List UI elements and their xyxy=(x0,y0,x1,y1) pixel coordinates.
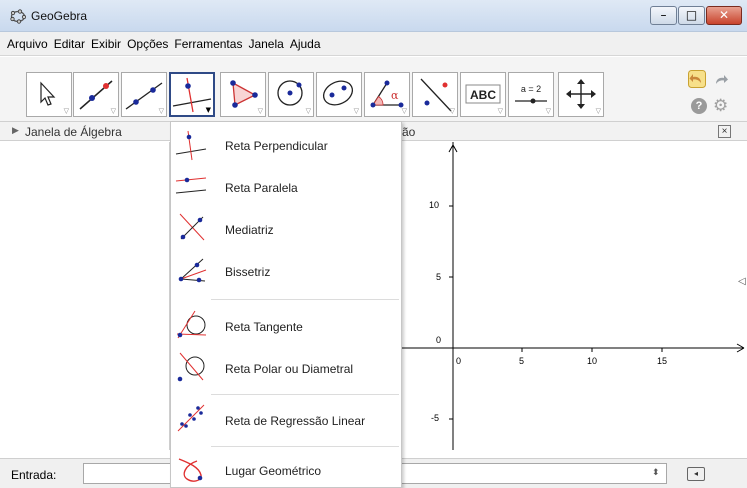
dropdown-item-label: Bissetriz xyxy=(225,265,271,279)
expand-arrow-icon[interactable]: ▶ xyxy=(12,125,19,136)
reflect-tool-button[interactable]: ▽ xyxy=(412,72,458,117)
dropdown-item-perpendicular[interactable]: Reta Perpendicular xyxy=(171,126,401,164)
dropdown-item-label: Reta Polar ou Diametral xyxy=(225,362,354,376)
y-tick-label: 0 xyxy=(436,335,442,345)
text-tool-button[interactable]: ABC ▽ xyxy=(460,72,506,117)
dropdown-item-parallel[interactable]: Reta Paralela xyxy=(171,168,401,206)
dropdown-item-tangent[interactable]: Reta Tangente xyxy=(171,306,401,346)
locus-icon xyxy=(178,458,203,482)
window-title: GeoGebra xyxy=(31,9,88,23)
dropdown-item-locus[interactable]: Lugar Geométrico xyxy=(171,452,401,487)
dropdown-separator xyxy=(211,446,399,447)
circle-tool-button[interactable]: ▽ xyxy=(268,72,314,117)
graphics-axes xyxy=(401,142,745,450)
x-tick-label: 15 xyxy=(657,356,668,366)
menu-arquivo[interactable]: Arquivo xyxy=(4,37,51,51)
title-bar: GeoGebra – □ ✕ xyxy=(0,0,747,32)
undo-icon[interactable] xyxy=(688,70,706,88)
dropdown-item-polar[interactable]: Reta Polar ou Diametral xyxy=(171,348,401,388)
toolbar: ▽ ▽ ▽ ▼ ▽ ▽ ▽ α ▽ ▽ ABC ▽ a = 2 ▽ ▽ xyxy=(0,57,747,121)
y-tick-label: -5 xyxy=(431,413,440,423)
dropdown-item-label: Reta Paralela xyxy=(225,181,298,195)
linear-regression-icon xyxy=(177,404,205,432)
dropdown-item-regression[interactable]: Reta de Regressão Linear xyxy=(171,400,401,440)
x-tick-label: 5 xyxy=(519,356,525,366)
minimize-icon: – xyxy=(660,8,667,22)
dropdown-item-bissetriz[interactable]: Bissetriz xyxy=(171,252,401,290)
polar-diameter-line-icon xyxy=(177,352,205,382)
y-tick-label: 5 xyxy=(436,272,442,282)
menu-ajuda[interactable]: Ajuda xyxy=(287,37,324,51)
tool-dropdown-menu: Reta Perpendicular Reta Paralela Mediatr… xyxy=(170,121,402,488)
maximize-button[interactable]: □ xyxy=(678,6,705,25)
dropdown-separator xyxy=(211,394,399,395)
graphics-view[interactable]: 0 5 10 15 10 5 0 -5 xyxy=(401,142,747,450)
y-tick-label: 10 xyxy=(429,200,440,210)
svg-text:α: α xyxy=(391,89,399,102)
algebra-view[interactable] xyxy=(0,142,170,450)
menu-ferramentas[interactable]: Ferramentas xyxy=(171,37,245,51)
menu-bar: Arquivo Editar Exibir Opções Ferramentas… xyxy=(0,32,747,56)
perpendicular-line-icon xyxy=(175,130,207,161)
close-view-icon[interactable]: × xyxy=(718,125,731,138)
gear-icon[interactable]: ⚙ xyxy=(713,97,731,115)
dropdown-item-label: Mediatriz xyxy=(225,223,274,237)
tangent-line-icon xyxy=(176,310,207,339)
maximize-icon: □ xyxy=(685,8,698,22)
collapse-handle-icon[interactable]: ◁ xyxy=(738,276,746,287)
perpendicular-bisector-icon xyxy=(179,213,205,241)
dropdown-item-label: Reta de Regressão Linear xyxy=(225,414,366,428)
menu-editar[interactable]: Editar xyxy=(51,37,88,51)
dropdown-item-mediatriz[interactable]: Mediatriz xyxy=(171,210,401,248)
menu-janela[interactable]: Janela xyxy=(245,37,286,51)
ellipse-tool-button[interactable]: ▽ xyxy=(316,72,362,117)
polygon-tool-button[interactable]: ▽ xyxy=(220,72,266,117)
close-icon: ✕ xyxy=(718,8,730,22)
perpendicular-tool-button[interactable]: ▼ xyxy=(169,72,215,117)
geogebra-logo-icon xyxy=(10,9,26,24)
x-tick-label: 10 xyxy=(587,356,598,366)
close-button[interactable]: ✕ xyxy=(706,6,742,25)
graphics-view-title[interactable]: ão xyxy=(402,125,415,139)
move-view-tool-button[interactable]: ▽ xyxy=(558,72,604,117)
dropdown-item-label: Lugar Geométrico xyxy=(225,464,322,478)
x-tick-label: 0 xyxy=(456,356,462,366)
parallel-line-icon xyxy=(175,177,207,194)
help-icon[interactable]: ? xyxy=(691,98,707,114)
angle-tool-button[interactable]: α ▽ xyxy=(364,72,410,117)
point-tool-button[interactable]: ▽ xyxy=(73,72,119,117)
dropdown-separator xyxy=(211,299,399,300)
dropdown-item-label: Reta Perpendicular xyxy=(225,139,328,153)
dropdown-item-label: Reta Tangente xyxy=(225,320,303,334)
minimize-button[interactable]: – xyxy=(650,6,677,25)
menu-opcoes[interactable]: Opções xyxy=(124,37,171,51)
line-tool-button[interactable]: ▽ xyxy=(121,72,167,117)
angle-bisector-icon xyxy=(178,258,207,283)
menu-exibir[interactable]: Exibir xyxy=(88,37,124,51)
redo-icon[interactable] xyxy=(712,70,730,88)
history-spinner-icon[interactable]: ⬍ xyxy=(652,467,660,478)
slider-tool-button[interactable]: a = 2 ▽ xyxy=(508,72,554,117)
input-label: Entrada: xyxy=(11,468,57,482)
input-help-button[interactable]: ◂ xyxy=(687,467,705,481)
algebra-view-title[interactable]: Janela de Álgebra xyxy=(25,125,122,139)
svg-text:ABC: ABC xyxy=(470,88,496,102)
svg-text:a = 2: a = 2 xyxy=(521,84,541,94)
move-tool-button[interactable]: ▽ xyxy=(26,72,72,117)
